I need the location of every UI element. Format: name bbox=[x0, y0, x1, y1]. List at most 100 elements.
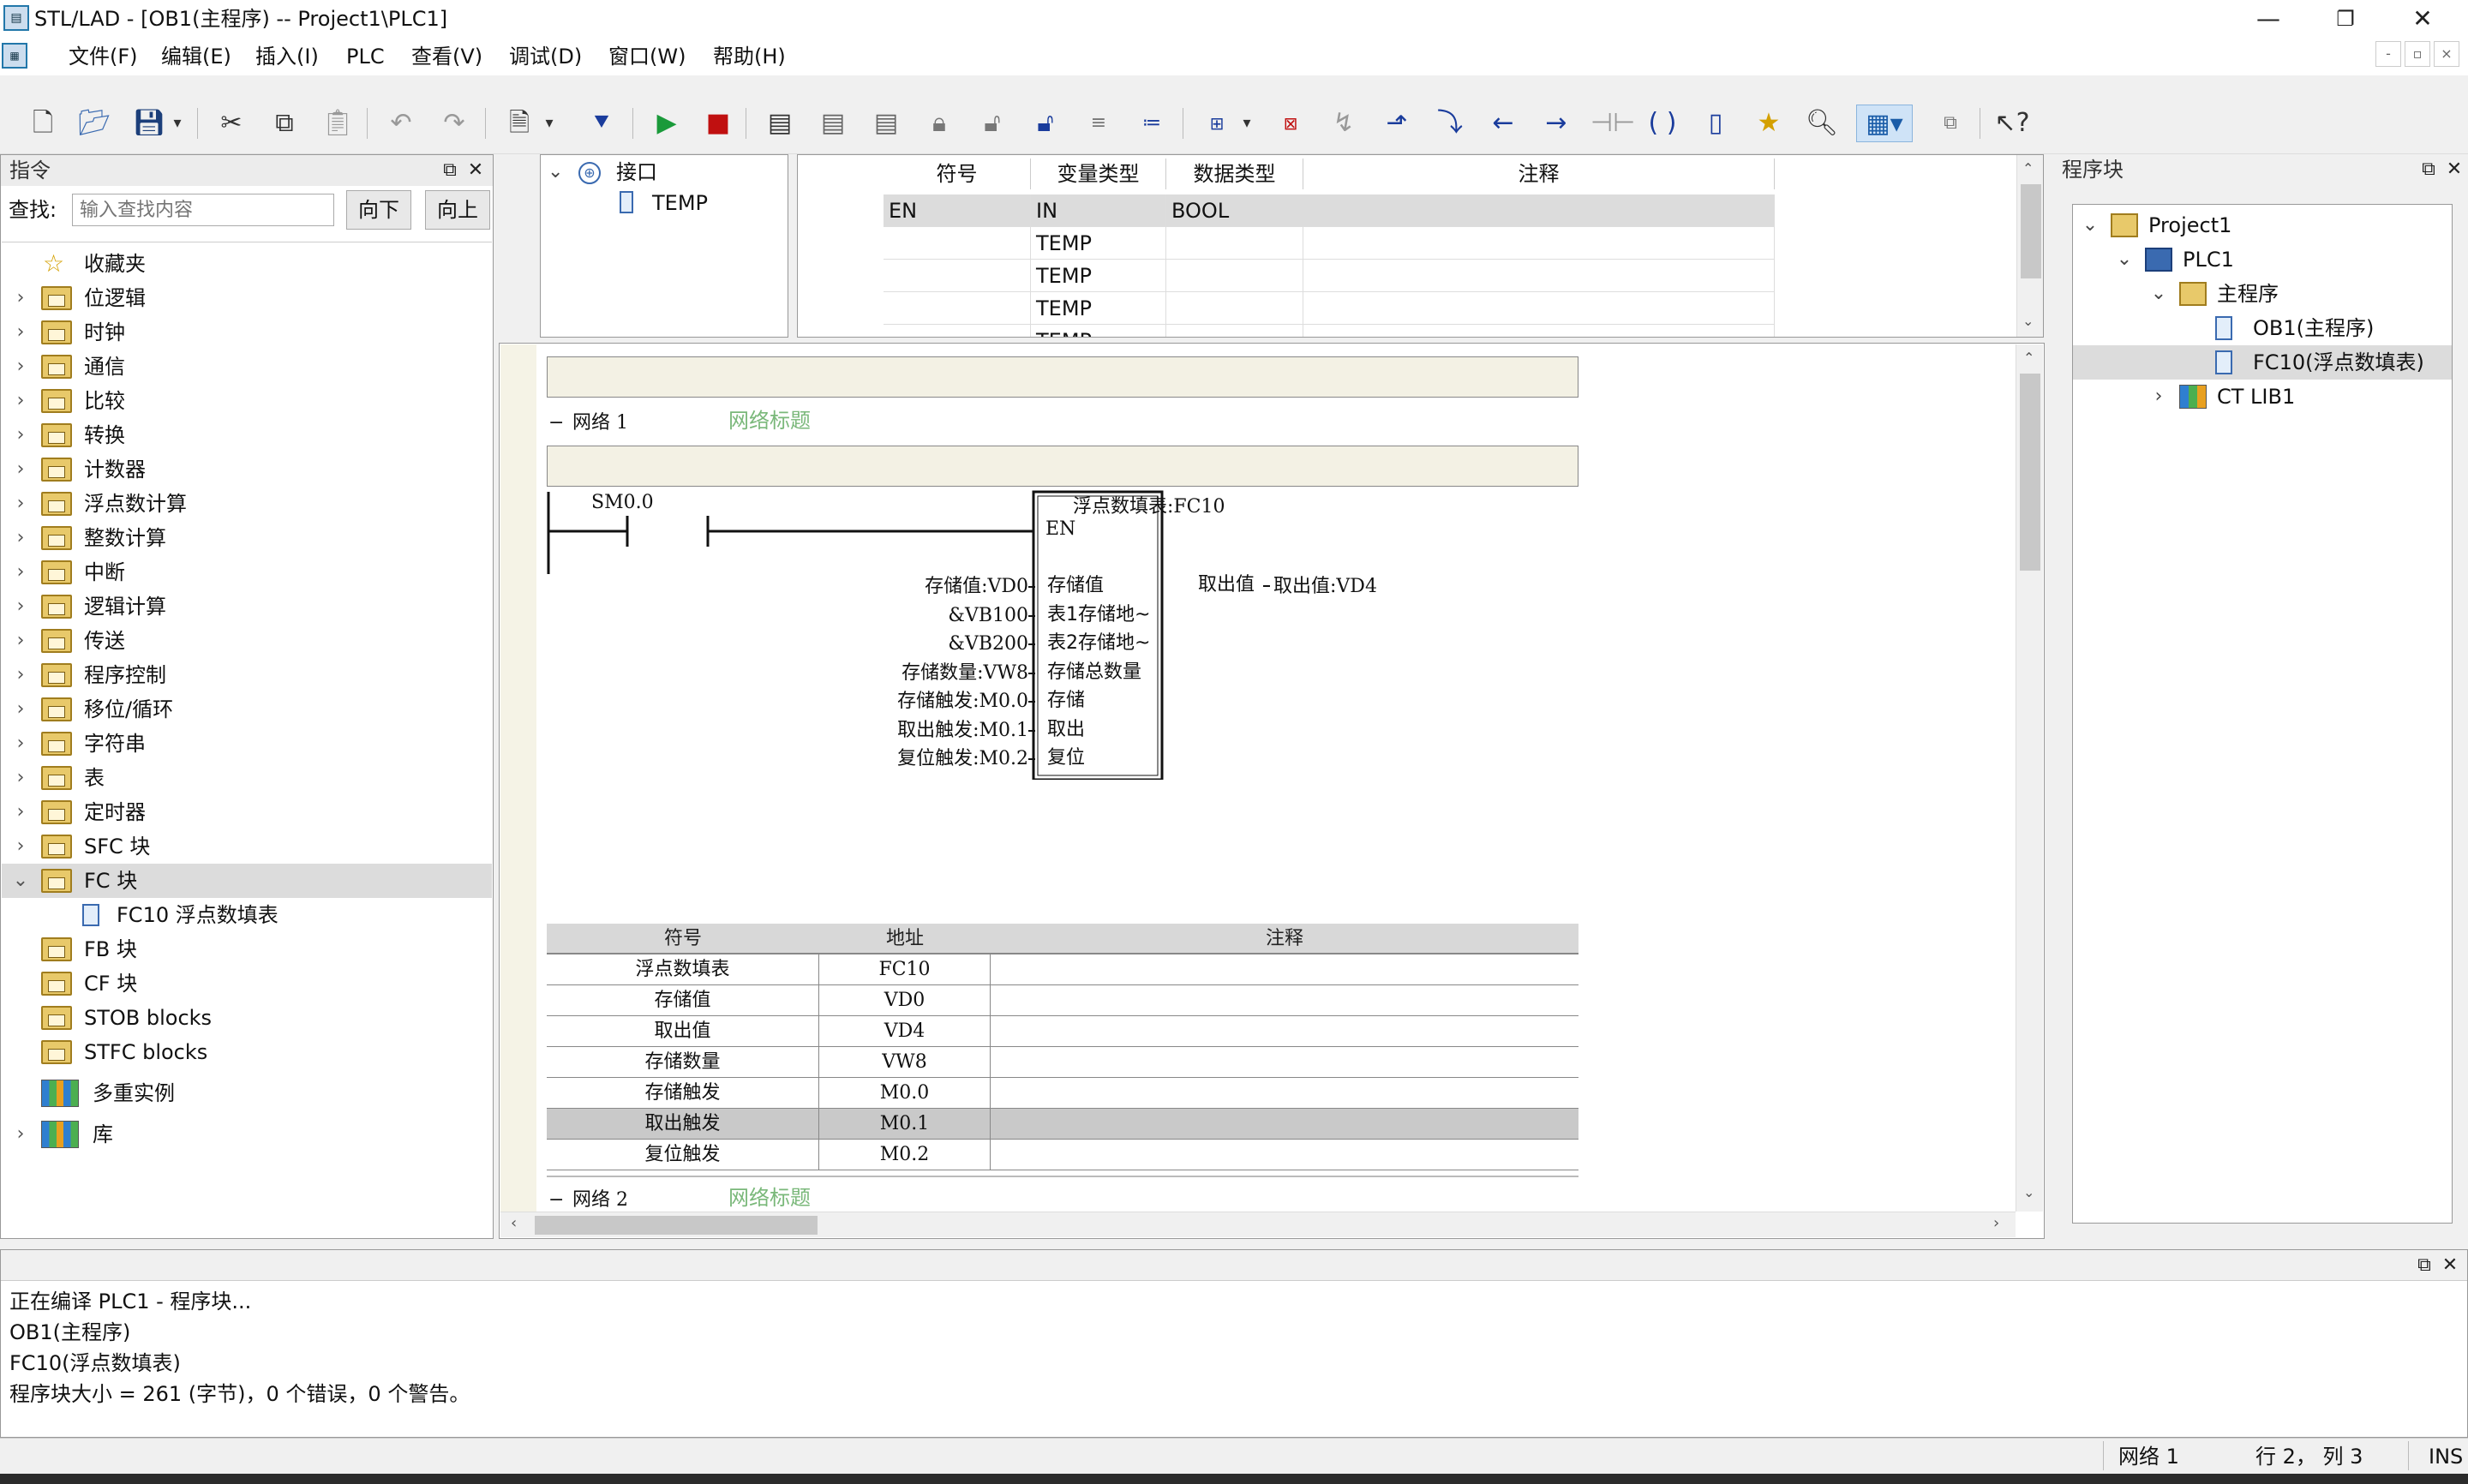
tree-item[interactable]: › 整数计算 bbox=[2, 521, 492, 555]
chevron-right-icon[interactable]: › bbox=[12, 452, 29, 487]
input-operand[interactable]: 取出触发:M0.1 bbox=[897, 718, 1028, 744]
delete-network-icon[interactable]: ▤ bbox=[814, 105, 852, 142]
interface-cell[interactable]: TEMP bbox=[1031, 260, 1166, 292]
menu-file[interactable]: 文件(F) bbox=[63, 39, 143, 74]
interface-cell[interactable]: TEMP bbox=[1031, 227, 1166, 260]
interface-cell[interactable] bbox=[1166, 292, 1303, 325]
chevron-right-icon[interactable]: › bbox=[12, 795, 29, 829]
mdi-minimize-button[interactable]: - bbox=[2375, 41, 2401, 67]
interface-cell[interactable] bbox=[1166, 227, 1303, 260]
chevron-right-icon[interactable]: › bbox=[12, 829, 29, 864]
interface-cell[interactable] bbox=[884, 227, 1031, 260]
menu-edit[interactable]: 编辑(E) bbox=[156, 39, 237, 74]
window-icon[interactable]: ⧉ bbox=[1932, 105, 1969, 142]
symbol-table-row[interactable]: 存储触发 M0.0 bbox=[547, 1078, 1578, 1109]
interface-cell[interactable] bbox=[1303, 260, 1775, 292]
tree-item[interactable]: › 传送 bbox=[2, 624, 492, 658]
tree-item[interactable]: › 位逻辑 bbox=[2, 281, 492, 315]
output-operand[interactable]: 取出值:VD4 bbox=[1273, 574, 1377, 600]
chevron-right-icon[interactable]: › bbox=[12, 727, 29, 761]
input-operand[interactable]: &VB200 bbox=[948, 631, 1028, 657]
pin-icon[interactable]: ⧉ bbox=[2417, 154, 2441, 185]
chevron-right-icon[interactable]: › bbox=[12, 281, 29, 315]
chevron-right-icon[interactable]: › bbox=[12, 315, 29, 350]
menu-window[interactable]: 窗口(W) bbox=[603, 39, 691, 74]
contact-icon[interactable]: ⊣⊢ bbox=[1590, 105, 1635, 142]
help-context-icon[interactable]: ↖? bbox=[1993, 105, 2031, 142]
protect-icon[interactable]: 🔓︎ bbox=[1027, 105, 1064, 142]
tree-item[interactable]: › 计数器 bbox=[2, 452, 492, 487]
menu-insert[interactable]: 插入(I) bbox=[250, 39, 324, 74]
interface-temp-label[interactable]: TEMP bbox=[652, 188, 708, 218]
interface-root-label[interactable]: 接口 bbox=[616, 157, 657, 188]
compile-icon[interactable]: 🗎︎ bbox=[500, 105, 538, 142]
chevron-right-icon[interactable]: › bbox=[12, 521, 29, 555]
close-icon[interactable]: ✕ bbox=[2438, 1250, 2462, 1281]
close-icon[interactable]: ✕ bbox=[464, 155, 488, 186]
stop-icon[interactable]: ■ bbox=[699, 105, 737, 142]
search-input[interactable] bbox=[72, 194, 334, 226]
symbol-table-row[interactable]: 存储值 VD0 bbox=[547, 985, 1578, 1016]
search-down-button[interactable]: 向下 bbox=[346, 190, 411, 230]
network-1-title[interactable]: 网络标题 bbox=[728, 408, 811, 434]
minimize-button[interactable]: — bbox=[2230, 0, 2307, 38]
chevron-down-icon[interactable]: ⌄ bbox=[2116, 242, 2133, 277]
chevron-down-icon[interactable]: ⌄ bbox=[2150, 277, 2167, 311]
cut-icon[interactable]: ✂ bbox=[213, 105, 250, 142]
pin-icon[interactable]: ⧉ bbox=[2412, 1250, 2436, 1281]
redo-icon[interactable]: ↷ bbox=[435, 105, 473, 142]
program-comment-box[interactable] bbox=[547, 356, 1578, 398]
coil-icon[interactable]: ( ) bbox=[1644, 105, 1681, 142]
interface-cell[interactable] bbox=[884, 292, 1031, 325]
network-1-collapse[interactable]: − bbox=[548, 410, 564, 436]
line-left-icon[interactable]: ← bbox=[1484, 105, 1522, 142]
paste-icon[interactable]: 📋︎ bbox=[319, 105, 356, 142]
tree-item[interactable]: › 移位/循环 bbox=[2, 692, 492, 727]
tree-item[interactable]: › SFC 块 bbox=[2, 829, 492, 864]
branch-up-icon[interactable]: ⬏ bbox=[1378, 105, 1416, 142]
new-file-icon[interactable]: 🗋 bbox=[24, 105, 62, 142]
favorite-icon[interactable]: ★ bbox=[1750, 105, 1788, 142]
tree-item[interactable]: › 表 bbox=[2, 761, 492, 795]
pin-icon[interactable]: ⧉ bbox=[438, 155, 462, 186]
tree-item[interactable]: ⌄ FC 块 bbox=[2, 864, 492, 898]
program-tree-item[interactable]: ⌄ PLC1 bbox=[2073, 242, 2452, 277]
compile-dropdown-icon[interactable]: ▾ bbox=[540, 105, 559, 142]
contact-operand[interactable]: SM0.0 bbox=[591, 490, 654, 516]
zoom-icon[interactable]: 🔍︎ bbox=[1803, 105, 1841, 142]
program-tree-item[interactable]: ⌄ 主程序 bbox=[2073, 277, 2452, 311]
chevron-right-icon[interactable]: › bbox=[12, 418, 29, 452]
chevron-right-icon[interactable]: › bbox=[12, 761, 29, 795]
menu-plc[interactable]: PLC bbox=[341, 39, 390, 74]
interface-cell[interactable] bbox=[1303, 227, 1775, 260]
tree-item[interactable]: › 比较 bbox=[2, 384, 492, 418]
program-tree-item[interactable]: ⌄ Project1 bbox=[2073, 208, 2452, 242]
network-2-collapse[interactable]: − bbox=[548, 1188, 564, 1213]
lock-icon[interactable]: 🔒︎ bbox=[920, 105, 958, 142]
interface-cell[interactable] bbox=[1166, 325, 1303, 337]
box-icon[interactable]: ▯ bbox=[1697, 105, 1734, 142]
network-2-title[interactable]: 网络标题 bbox=[728, 1185, 811, 1211]
interface-cell[interactable] bbox=[1166, 260, 1303, 292]
negate-icon[interactable]: ↯ bbox=[1325, 105, 1363, 142]
monitor-dropdown-icon[interactable]: ▾ bbox=[1237, 105, 1256, 142]
tree-item[interactable]: FC10 浮点数填表 bbox=[2, 898, 492, 932]
symbol-table-row[interactable]: 取出触发 M0.1 bbox=[547, 1109, 1578, 1140]
tree-item[interactable]: › 浮点数计算 bbox=[2, 487, 492, 521]
copy-icon[interactable]: ⧉ bbox=[266, 105, 303, 142]
chevron-right-icon[interactable]: › bbox=[12, 384, 29, 418]
menu-help[interactable]: 帮助(H) bbox=[708, 39, 791, 74]
insert-network-icon[interactable]: ▤ bbox=[761, 105, 799, 142]
interface-cell[interactable] bbox=[884, 260, 1031, 292]
unlock-icon[interactable]: 🔓︎ bbox=[973, 105, 1011, 142]
close-button[interactable]: ✕ bbox=[2384, 0, 2461, 38]
chevron-right-icon[interactable]: › bbox=[12, 658, 29, 692]
tree-item[interactable]: FB 块 bbox=[2, 932, 492, 966]
chevron-right-icon[interactable]: › bbox=[12, 589, 29, 624]
tree-item[interactable]: › 程序控制 bbox=[2, 658, 492, 692]
search-up-button[interactable]: 向上 bbox=[425, 190, 490, 230]
grid-view-icon[interactable]: ▦▾ bbox=[1856, 105, 1913, 142]
interface-cell[interactable]: IN bbox=[1031, 194, 1166, 227]
interface-cell[interactable]: BOOL bbox=[1166, 194, 1303, 227]
symbol-table-row[interactable]: 取出值 VD4 bbox=[547, 1016, 1578, 1047]
